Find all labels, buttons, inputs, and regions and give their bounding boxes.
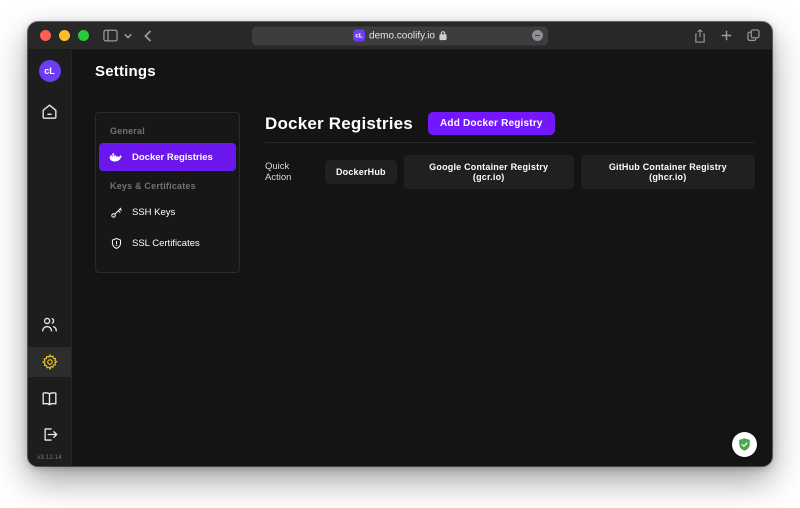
address-bar[interactable]: cL demo.coolify.io <box>252 26 548 45</box>
settings-gear-icon[interactable] <box>28 347 71 377</box>
settings-page: Settings General Docker Registries Keys … <box>72 50 772 466</box>
docker-registries-panel: Docker Registries Add Docker Registry Qu… <box>265 112 756 189</box>
settings-subnav: General Docker Registries Keys & Certifi… <box>95 112 240 273</box>
add-docker-registry-button[interactable]: Add Docker Registry <box>427 112 555 135</box>
subnav-item-ssl-certificates[interactable]: SSL Certificates <box>99 229 236 258</box>
window-controls <box>40 30 89 41</box>
home-icon[interactable] <box>28 98 71 124</box>
subnav-item-label: SSH Keys <box>132 207 176 218</box>
browser-window: cL demo.coolify.io cL v3.12.14 Settings … <box>28 22 772 466</box>
chevron-down-icon[interactable] <box>124 33 132 39</box>
lock-icon <box>439 31 447 41</box>
app-sidebar: cL v3.12.14 <box>28 50 72 466</box>
page-title: Settings <box>95 63 156 80</box>
app-version: v3.12.14 <box>37 455 62 461</box>
subnav-item-docker-registries[interactable]: Docker Registries <box>99 143 236 171</box>
close-window-button[interactable] <box>40 30 51 41</box>
sidebar-toggle-icon[interactable] <box>103 29 118 42</box>
quick-action-label: Quick Action <box>265 161 292 183</box>
address-text: demo.coolify.io <box>369 30 435 41</box>
new-tab-icon[interactable] <box>721 30 732 41</box>
back-button-icon[interactable] <box>144 29 152 42</box>
quick-action-row: Quick Action DockerHub Google Container … <box>265 155 756 189</box>
team-icon[interactable] <box>28 311 71 337</box>
subnav-section-keys-certificates: Keys & Certificates <box>110 181 196 191</box>
quick-action-gcr-button[interactable]: Google Container Registry (gcr.io) <box>403 155 574 189</box>
quick-action-ghcr-button[interactable]: GitHub Container Registry (ghcr.io) <box>580 155 756 189</box>
share-icon[interactable] <box>694 28 706 43</box>
desktop-background: cL demo.coolify.io cL v3.12.14 Settings … <box>0 0 800 508</box>
coolify-logo[interactable]: cL <box>38 60 61 82</box>
page-options-icon[interactable] <box>532 30 543 41</box>
zoom-window-button[interactable] <box>78 30 89 41</box>
docker-icon <box>109 151 123 163</box>
minimize-window-button[interactable] <box>59 30 70 41</box>
shield-check-icon <box>739 438 750 451</box>
subnav-section-general: General <box>110 126 145 136</box>
browser-titlebar: cL demo.coolify.io <box>28 22 772 50</box>
site-favicon: cL <box>353 29 366 42</box>
panel-heading: Docker Registries <box>265 113 413 133</box>
tab-overview-icon[interactable] <box>747 29 760 42</box>
app-body: cL v3.12.14 Settings General Docker Regi… <box>28 50 772 466</box>
docs-book-icon[interactable] <box>28 385 71 411</box>
key-icon <box>109 206 123 219</box>
subnav-item-ssh-keys[interactable]: SSH Keys <box>99 198 236 227</box>
adguard-protection-badge[interactable] <box>732 432 757 457</box>
quick-action-dockerhub-button[interactable]: DockerHub <box>324 160 397 184</box>
subnav-item-label: SSL Certificates <box>132 238 200 249</box>
shield-icon <box>109 237 123 250</box>
logout-icon[interactable] <box>28 421 71 447</box>
subnav-item-label: Docker Registries <box>132 151 213 163</box>
